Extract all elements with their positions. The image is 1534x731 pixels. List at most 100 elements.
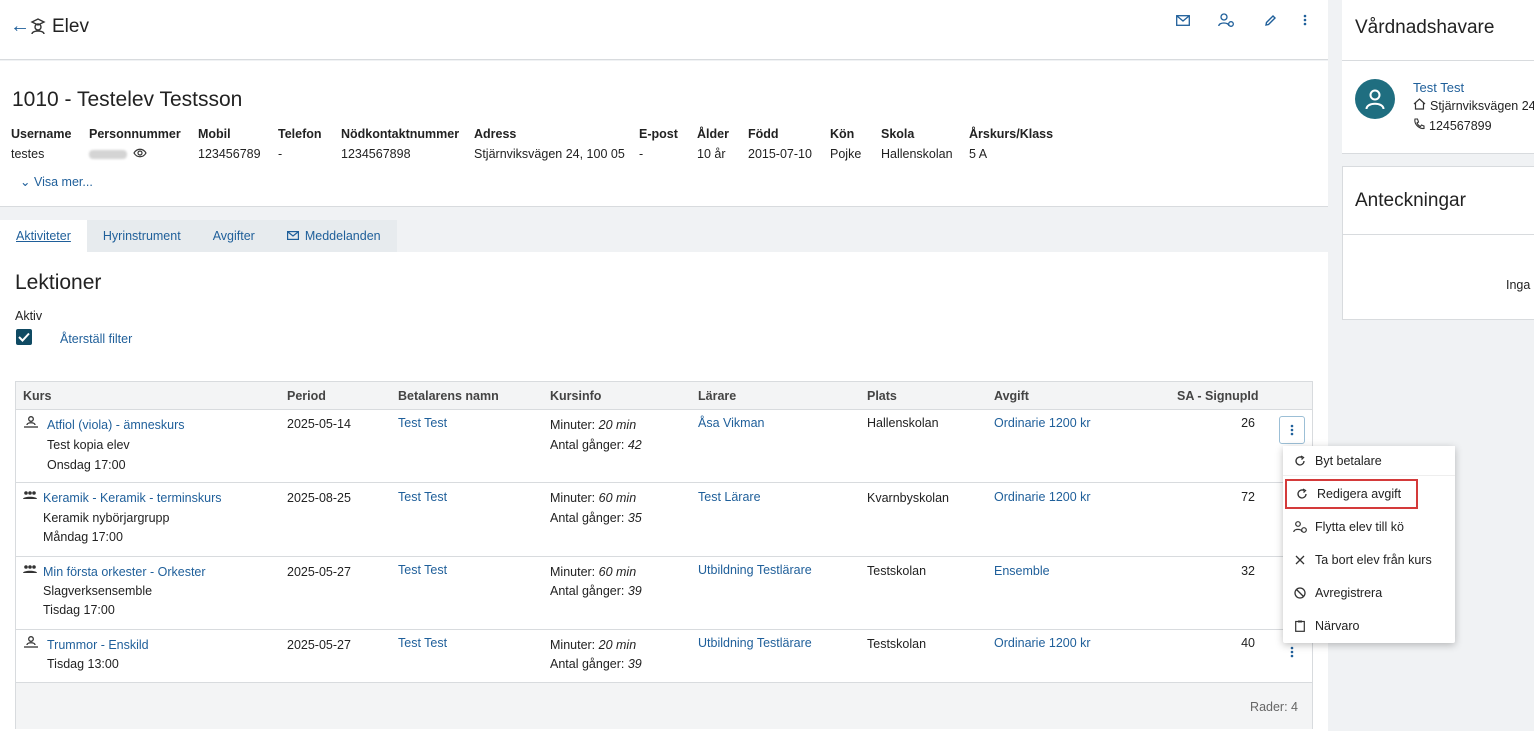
show-more-link[interactable]: ⌄ Visa mer...	[20, 174, 93, 189]
course-group: Test kopia elev	[47, 438, 130, 452]
fee-link[interactable]: Ordinarie 1200 kr	[994, 487, 1091, 507]
table-row: Keramik - Keramik - terminskurs Keramik …	[16, 483, 1312, 557]
info-telefon: Telefon -	[278, 127, 322, 161]
info-email: E-post -	[639, 127, 678, 161]
menu-item-change-payer[interactable]: Byt betalare	[1283, 446, 1455, 476]
reset-filter-link[interactable]: Återställ filter	[60, 332, 132, 346]
column-header[interactable]: Period	[287, 389, 326, 403]
menu-item-attendance[interactable]: Närvaro	[1283, 611, 1455, 641]
period: 2025-08-25	[287, 491, 351, 505]
place: Testskolan	[867, 564, 927, 578]
course-link[interactable]: Trummor - Enskild	[47, 635, 149, 655]
avatar	[1355, 79, 1395, 119]
course-times: Antal gånger: 42	[550, 438, 642, 452]
signup-id: 32	[1241, 564, 1255, 578]
course-times: Antal gånger: 35	[550, 511, 642, 525]
fee-link[interactable]: Ordinarie 1200 kr	[994, 633, 1091, 653]
payer-link[interactable]: Test Test	[398, 633, 447, 653]
info-age: Ålder 10 år	[697, 127, 729, 161]
course-time: Tisdag 17:00	[43, 603, 115, 617]
column-header[interactable]: Avgift	[994, 389, 1029, 403]
table-header: Kurs Period Betalarens namn Kursinfo Lär…	[16, 382, 1312, 410]
course-time: Måndag 17:00	[43, 530, 123, 544]
place: Kvarnbyskolan	[867, 491, 949, 505]
guardian-name-link[interactable]: Test Test	[1413, 80, 1464, 95]
period: 2025-05-27	[287, 638, 351, 652]
row-actions-button[interactable]	[1279, 416, 1305, 444]
mail-icon	[286, 229, 299, 243]
course-group: Slagverksensemble	[43, 584, 153, 598]
period: 2025-05-27	[287, 565, 351, 579]
column-header[interactable]: Kursinfo	[550, 389, 601, 403]
menu-item-move-to-queue[interactable]: Flytta elev till kö	[1283, 512, 1455, 542]
teacher-link[interactable]: Åsa Vikman	[698, 413, 764, 433]
column-header[interactable]: SA - SignupId	[1177, 389, 1258, 403]
page-title: Elev	[52, 16, 89, 37]
edit-icon[interactable]	[1260, 10, 1280, 30]
teacher-link[interactable]: Test Lärare	[698, 487, 761, 507]
info-gender: Kön Pojke	[830, 127, 862, 161]
course-link[interactable]: Min första orkester - Orkester	[43, 562, 206, 582]
column-header[interactable]: Betalarens namn	[398, 389, 499, 403]
table-row: Atfiol (viola) - ämneskurs Test kopia el…	[16, 410, 1312, 483]
block-icon	[1293, 586, 1307, 600]
teacher-link[interactable]: Utbildning Testlärare	[698, 633, 812, 653]
info-mobil: Mobil 123456789	[198, 127, 261, 161]
table-footer: Rader: 4	[16, 683, 1312, 729]
info-grade-class: Årskurs/Klass 5 A	[969, 127, 1054, 161]
menu-item-remove-from-course[interactable]: Ta bort elev från kurs	[1283, 545, 1455, 575]
guardian-address: Stjärnviksvägen 24	[1413, 98, 1534, 113]
back-arrow-icon[interactable]: ←	[10, 16, 30, 36]
column-header[interactable]: Kurs	[23, 389, 51, 403]
filter-label: Aktiv	[15, 309, 43, 323]
course-times: Antal gånger: 39	[550, 584, 642, 598]
signup-id: 72	[1241, 490, 1255, 504]
guardian-phone: 124567899	[1413, 118, 1492, 133]
notes-title: Anteckningar	[1355, 190, 1466, 211]
course-link[interactable]: Keramik - Keramik - terminskurs	[43, 488, 222, 508]
guardian-title: Vårdnadshavare	[1355, 17, 1495, 38]
single-person-icon	[24, 636, 38, 651]
student-name: 1010 - Testelev Testsson	[12, 88, 243, 111]
fee-link[interactable]: Ordinarie 1200 kr	[994, 413, 1091, 433]
row-context-menu: Byt betalare Redigera avgift Flytta elev…	[1283, 446, 1455, 643]
info-username: Username testes	[11, 127, 72, 161]
group-icon	[22, 563, 38, 578]
tab-bar: Aktiviteter Hyrinstrument Avgifter Medde…	[0, 220, 397, 252]
fee-link[interactable]: Ensemble	[994, 561, 1050, 581]
payer-link[interactable]: Test Test	[398, 487, 447, 507]
chevron-down-icon: ⌄	[20, 175, 31, 189]
student-icon	[30, 17, 46, 38]
mail-icon[interactable]	[1173, 10, 1193, 30]
tab-rental-instruments[interactable]: Hyrinstrument	[86, 220, 197, 252]
eye-icon[interactable]	[133, 147, 147, 161]
period: 2025-05-14	[287, 417, 351, 431]
tab-messages[interactable]: Meddelanden	[270, 220, 397, 252]
column-header[interactable]: Lärare	[698, 389, 736, 403]
refresh-icon	[1293, 454, 1307, 468]
table-row: Min första orkester - Orkester Slagverks…	[16, 557, 1312, 630]
tab-fees[interactable]: Avgifter	[196, 220, 271, 252]
clipboard-icon	[1293, 619, 1307, 633]
active-filter-checkbox[interactable]	[16, 329, 32, 345]
user-settings-icon[interactable]	[1216, 10, 1236, 30]
menu-item-edit-fee[interactable]: Redigera avgift	[1285, 479, 1418, 509]
more-options-icon[interactable]	[1295, 10, 1315, 30]
hidden-value	[89, 149, 127, 159]
info-school: Skola Hallenskolan	[881, 127, 953, 161]
place: Hallenskolan	[867, 416, 939, 430]
page-header	[0, 0, 1328, 60]
payer-link[interactable]: Test Test	[398, 560, 447, 580]
teacher-link[interactable]: Utbildning Testlärare	[698, 560, 812, 580]
close-icon	[1293, 553, 1307, 567]
menu-item-unregister[interactable]: Avregistrera	[1283, 578, 1455, 608]
phone-icon	[1413, 118, 1425, 133]
payer-link[interactable]: Test Test	[398, 413, 447, 433]
home-icon	[1413, 98, 1426, 113]
column-header[interactable]: Plats	[867, 389, 897, 403]
tab-activities[interactable]: Aktiviteter	[0, 220, 87, 252]
course-minutes: Minuter: 20 min	[550, 638, 637, 652]
notes-empty-text: Inga a	[1506, 278, 1534, 292]
course-link[interactable]: Atfiol (viola) - ämneskurs	[47, 415, 185, 435]
divider	[1342, 60, 1534, 61]
